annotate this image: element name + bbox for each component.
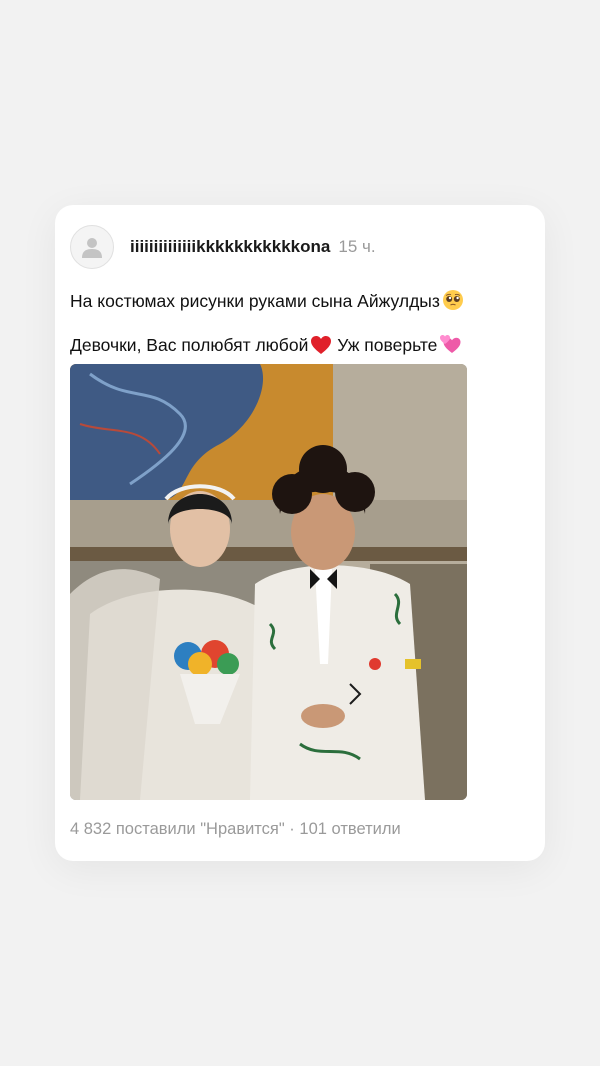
post-text-line-1: На костюмах рисунки руками сына Айжулдыз	[70, 289, 530, 317]
post-text-line-2b: Уж поверьте	[332, 335, 438, 355]
post-stats: 4 832 поставили "Нравится" · 101 ответил…	[70, 820, 401, 839]
pleading-face-emoji-icon	[442, 289, 464, 317]
username[interactable]: iiiiiiiiiiiiiikkkkkkkkkkkona	[130, 237, 330, 257]
post-header: iiiiiiiiiiiiiikkkkkkkkkkkona 15 ч.	[70, 225, 376, 269]
post-photo[interactable]	[70, 364, 467, 800]
replies-count-link[interactable]: 101 ответили	[299, 820, 400, 838]
post-text-line-2a: Девочки, Вас полюбят любой	[70, 335, 309, 355]
avatar[interactable]	[70, 225, 114, 269]
red-heart-emoji-icon	[310, 335, 332, 361]
post-text-line-2: Девочки, Вас полюбят любой Уж поверьте	[70, 333, 530, 361]
stats-separator: ·	[284, 820, 300, 838]
post-text-line-1-text: На костюмах рисунки руками сына Айжулдыз	[70, 291, 440, 311]
wedding-photo-image	[70, 364, 467, 800]
default-user-icon	[82, 238, 102, 258]
two-hearts-emoji-icon	[439, 333, 461, 361]
post-timestamp: 15 ч.	[338, 237, 376, 256]
post-card: iiiiiiiiiiiiiikkkkkkkkkkkona 15 ч. На ко…	[55, 205, 545, 861]
likes-count-link[interactable]: 4 832 поставили "Нравится"	[70, 820, 285, 838]
